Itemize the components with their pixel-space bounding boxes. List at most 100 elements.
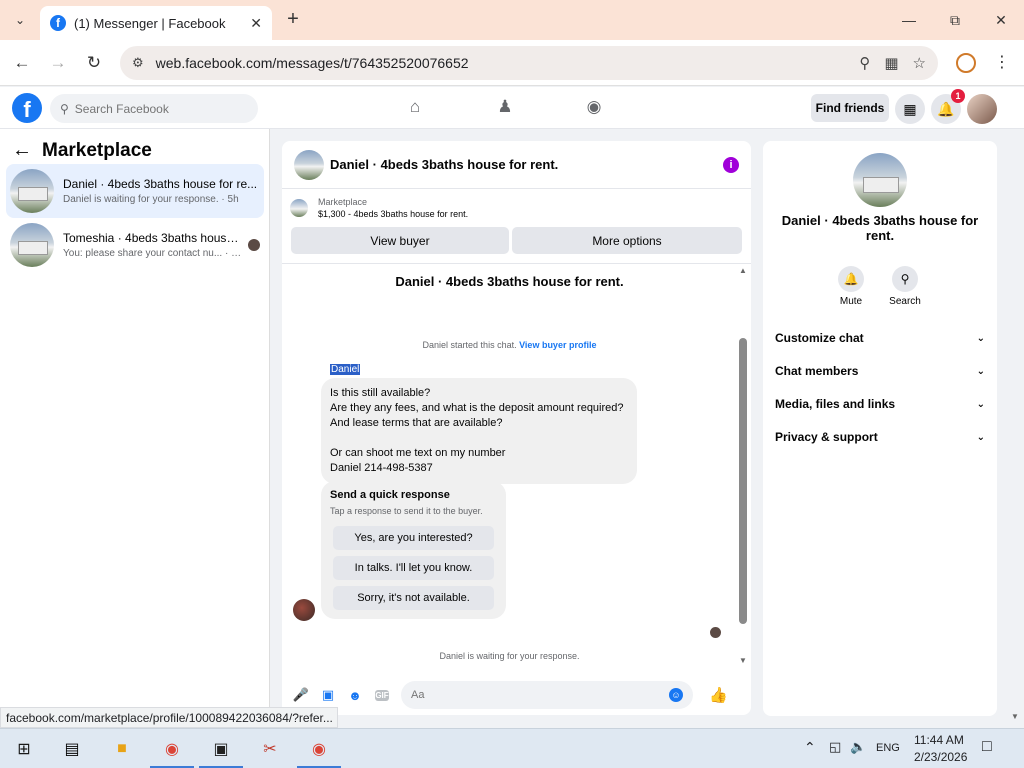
mute-action[interactable]: 🔔 Mute	[831, 266, 871, 307]
gif-icon[interactable]: GIF	[375, 689, 389, 701]
chat-title[interactable]: Daniel · 4beds 3baths house for rent.	[330, 157, 723, 172]
seen-avatar	[248, 239, 260, 251]
quick-response-button[interactable]: Yes, are you interested?	[333, 526, 494, 550]
listing-summary[interactable]: Marketplace $1,300 - 4beds 3baths house …	[290, 197, 468, 219]
listing-thumbnail	[10, 223, 54, 267]
network-icon[interactable]: ◱	[829, 739, 841, 755]
clock-date[interactable]: 2/23/2026	[914, 750, 967, 764]
notification-badge: 1	[951, 89, 965, 103]
windows-start-icon[interactable]: ⊞	[12, 737, 36, 761]
notification-center-icon[interactable]: □	[982, 738, 992, 756]
section-label: Chat members	[775, 364, 859, 378]
facebook-logo-icon[interactable]: f	[12, 93, 42, 123]
message-input[interactable]	[411, 689, 669, 701]
chevron-down-icon: ⌄	[976, 398, 985, 410]
groups-icon[interactable]: ◉	[582, 97, 606, 119]
scroll-down-arrow-icon[interactable]: ▼	[738, 656, 748, 665]
search-action[interactable]: ⚲ Search	[885, 266, 925, 307]
thread-item-daniel[interactable]: Daniel · 4beds 3baths house for re... Da…	[6, 164, 264, 218]
privacy-support-section[interactable]: Privacy & support ⌄	[775, 430, 985, 444]
zoom-icon[interactable]: ⚲	[859, 54, 870, 72]
chat-header: Daniel · 4beds 3baths house for rent. i	[282, 141, 751, 189]
browser-profile-icon[interactable]	[956, 53, 976, 73]
buyer-avatar[interactable]	[293, 599, 315, 621]
quick-response-subtitle: Tap a response to send it to the buyer.	[330, 506, 483, 516]
snipping-tool-icon[interactable]: ✂	[258, 737, 282, 761]
quick-response-button[interactable]: Sorry, it's not available.	[333, 586, 494, 610]
sticker-icon[interactable]: ☻	[344, 688, 366, 703]
message-scrollbar[interactable]: ▲ ▼	[738, 264, 748, 672]
emoji-icon[interactable]: ☺	[669, 688, 683, 702]
minimize-button[interactable]: —	[894, 8, 924, 32]
install-app-icon[interactable]: ▦	[884, 54, 898, 72]
chat-avatar[interactable]	[294, 149, 324, 180]
site-settings-icon[interactable]: ⚙	[132, 55, 144, 71]
task-view-icon[interactable]: ▤	[60, 737, 84, 761]
thread-name: Tomeshia · 4beds 3baths house ...	[63, 231, 242, 245]
new-tab-button[interactable]: +	[282, 8, 304, 30]
bookmark-star-icon[interactable]: ☆	[913, 54, 926, 72]
listing-thumbnail	[10, 169, 54, 213]
message-line: Daniel 214-498-5387	[330, 462, 433, 474]
info-icon[interactable]: i	[723, 156, 739, 173]
composer: 🎤 ▣ ☻ GIF ☺ 👍	[282, 675, 751, 715]
view-buyer-profile-link[interactable]: View buyer profile	[519, 340, 596, 350]
friends-icon[interactable]: ♟	[493, 97, 517, 119]
conversation-title: Daniel · 4beds 3baths house for rent.	[395, 274, 624, 289]
browser-tab-strip: ⌄ f (1) Messenger | Facebook ✕ + — ⧉ ✕	[0, 0, 1024, 40]
facebook-search-box[interactable]: ⚲	[50, 94, 258, 123]
back-arrow-icon[interactable]: ←	[12, 139, 32, 162]
browser-menu-icon[interactable]: ⋮	[994, 52, 1010, 72]
close-window-button[interactable]: ✕	[986, 8, 1016, 32]
restore-button[interactable]: ⧉	[940, 8, 970, 32]
reload-button[interactable]: ↻	[83, 52, 105, 74]
bell-icon[interactable]: 🔔	[838, 266, 864, 292]
view-buyer-button[interactable]: View buyer	[291, 227, 509, 254]
thread-preview: You: please share your contact nu... · 2…	[63, 248, 242, 259]
message-input-box[interactable]: ☺	[401, 681, 693, 709]
chrome-icon[interactable]: ◉	[160, 737, 184, 761]
browser-tab[interactable]: f (1) Messenger | Facebook ✕	[40, 6, 272, 40]
read-receipt-avatar	[710, 627, 721, 638]
url-text[interactable]: web.facebook.com/messages/t/764352520076…	[156, 55, 846, 71]
chrome-profile-icon[interactable]: ◉	[307, 737, 331, 761]
account-avatar[interactable]	[967, 94, 997, 124]
tab-close-icon[interactable]: ✕	[250, 15, 262, 32]
chevron-down-icon: ⌄	[976, 332, 985, 344]
chat-members-section[interactable]: Chat members ⌄	[775, 364, 985, 378]
chat-panel: Daniel · 4beds 3baths house for rent. i …	[282, 141, 751, 715]
file-explorer-icon[interactable]: ■	[110, 737, 134, 761]
more-options-button[interactable]: More options	[512, 227, 742, 254]
message-area: Daniel · 4beds 3baths house for rent. Da…	[282, 263, 751, 671]
windows-taskbar: ⊞ ▤ ■ ◉ ▣ ✂ ◉ ⌃ ◱ 🔈 ENG 11:44 AM 2/23/20…	[0, 728, 1024, 768]
customize-chat-section[interactable]: Customize chat ⌄	[775, 331, 985, 345]
media-files-links-section[interactable]: Media, files and links ⌄	[775, 397, 985, 411]
photo-icon[interactable]: ▣	[317, 687, 339, 703]
thumbs-up-icon[interactable]: 👍	[709, 686, 728, 704]
home-icon[interactable]: ⌂	[403, 97, 427, 119]
tab-search-chevron-icon[interactable]: ⌄	[8, 8, 32, 32]
omnibox[interactable]: ⚙ web.facebook.com/messages/t/7643525200…	[120, 46, 938, 80]
back-button[interactable]: ←	[11, 52, 33, 74]
thread-item-tomeshia[interactable]: Tomeshia · 4beds 3baths house ... You: p…	[6, 218, 264, 272]
message-line	[330, 431, 628, 446]
scroll-up-arrow-icon[interactable]: ▲	[738, 266, 748, 275]
facebook-favicon-icon: f	[50, 15, 66, 31]
quick-response-button[interactable]: In talks. I'll let you know.	[333, 556, 494, 580]
clock-time[interactable]: 11:44 AM	[914, 733, 964, 747]
search-input[interactable]	[74, 101, 235, 116]
menu-grid-icon[interactable]: ▦	[895, 94, 925, 124]
search-icon[interactable]: ⚲	[892, 266, 918, 292]
find-friends-button[interactable]: Find friends	[811, 94, 889, 122]
tray-overflow-icon[interactable]: ⌃	[804, 739, 816, 756]
microphone-icon[interactable]: 🎤	[290, 687, 312, 703]
sticky-notes-icon[interactable]: ▣	[209, 737, 233, 761]
scroll-thumb[interactable]	[739, 338, 747, 624]
page-scroll-down-icon[interactable]: ▼	[1011, 712, 1019, 721]
language-indicator[interactable]: ENG	[876, 742, 900, 754]
message-line: And lease terms that are available?	[330, 417, 503, 429]
volume-icon[interactable]: 🔈	[850, 739, 866, 755]
forward-button[interactable]: →	[47, 52, 69, 74]
chevron-down-icon: ⌄	[976, 431, 985, 443]
details-avatar[interactable]	[853, 153, 907, 207]
